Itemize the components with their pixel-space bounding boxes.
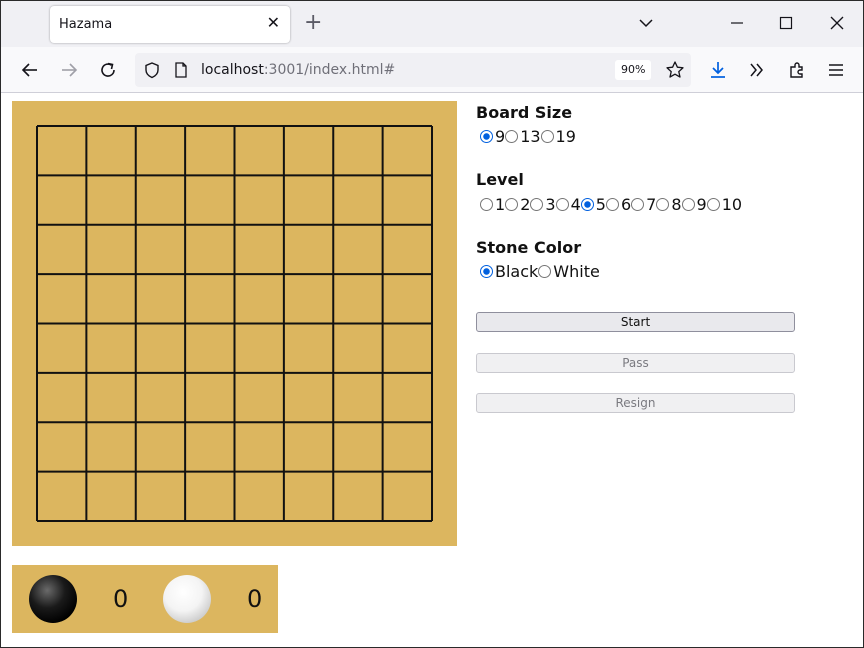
radio-label: White xyxy=(553,262,600,281)
tab-hazama[interactable]: Hazama ✕ xyxy=(50,6,290,43)
pass-button[interactable]: Pass xyxy=(476,353,795,373)
new-tab-icon[interactable]: + xyxy=(304,12,322,34)
level-option-6[interactable]: 6 xyxy=(605,195,632,215)
tab-strip: Hazama ✕ + xyxy=(1,1,863,47)
level-option-4[interactable]: 4 xyxy=(555,195,581,215)
radio-button[interactable] xyxy=(580,198,594,211)
overflow-chevrons-icon[interactable] xyxy=(746,59,768,81)
url-host: localhost xyxy=(201,62,264,78)
radio-button[interactable] xyxy=(505,198,519,211)
score-panel: 0 0 xyxy=(12,565,278,633)
level-option-1[interactable]: 1 xyxy=(480,195,505,215)
black-stone-icon xyxy=(29,575,77,623)
stone-color-option-white[interactable]: White xyxy=(538,262,600,282)
level-option-8[interactable]: 8 xyxy=(656,195,682,215)
white-stone-icon xyxy=(163,575,211,623)
maximize-icon[interactable] xyxy=(776,13,796,33)
radio-label: 4 xyxy=(570,195,581,214)
level-option-3[interactable]: 3 xyxy=(530,195,556,215)
close-tab-icon[interactable]: ✕ xyxy=(267,14,280,32)
stone-color-options: Black White xyxy=(480,262,600,282)
radio-button[interactable] xyxy=(540,130,554,143)
radio-label: 9 xyxy=(696,195,707,214)
reload-icon[interactable] xyxy=(97,59,119,81)
radio-button[interactable] xyxy=(706,198,720,211)
radio-label: 7 xyxy=(646,195,657,214)
radio-label: 19 xyxy=(555,127,576,146)
tab-title: Hazama xyxy=(59,17,113,32)
radio-label: 5 xyxy=(595,195,606,214)
level-options: 1 2 3 4 5 6 7 8 9 10 xyxy=(480,195,742,215)
radio-label: 13 xyxy=(520,127,541,146)
radio-label: 1 xyxy=(495,195,506,214)
board-size-option-19[interactable]: 19 xyxy=(540,127,576,147)
black-captures: 0 xyxy=(113,585,129,613)
radio-label: 8 xyxy=(671,195,682,214)
radio-button[interactable] xyxy=(681,198,695,211)
address-bar[interactable]: localhost:3001/index.html# 90% xyxy=(135,53,691,87)
level-option-9[interactable]: 9 xyxy=(681,195,707,215)
radio-button[interactable] xyxy=(480,198,493,211)
star-icon[interactable] xyxy=(665,60,685,80)
page-content: 0 0 Board Size 9 13 19 Level 1 2 3 4 5 6 7 8 9 10 S… xyxy=(1,93,863,647)
radio-label: 10 xyxy=(721,195,743,214)
minimize-icon[interactable] xyxy=(727,13,747,33)
white-captures: 0 xyxy=(247,585,263,613)
hamburger-menu-icon[interactable] xyxy=(825,59,847,81)
resign-button[interactable]: Resign xyxy=(476,393,795,413)
forward-arrow-icon[interactable] xyxy=(58,59,80,81)
radio-label: 9 xyxy=(495,127,506,146)
shield-icon[interactable] xyxy=(143,61,161,79)
radio-label: 6 xyxy=(620,195,632,214)
back-arrow-icon[interactable] xyxy=(19,59,41,81)
level-option-2[interactable]: 2 xyxy=(505,195,530,215)
level-option-10[interactable]: 10 xyxy=(706,195,743,215)
radio-label: Black xyxy=(495,262,539,281)
browser-window: Hazama ✕ + localhost:3001/index.html# 90… xyxy=(0,0,864,648)
radio-button[interactable] xyxy=(480,130,493,143)
download-icon[interactable] xyxy=(707,59,729,81)
radio-label: 2 xyxy=(520,195,531,214)
board-size-option-13[interactable]: 13 xyxy=(505,127,541,147)
zoom-level-badge[interactable]: 90% xyxy=(615,60,652,80)
level-title: Level xyxy=(476,170,524,189)
start-button[interactable]: Start xyxy=(476,312,795,332)
radio-button[interactable] xyxy=(605,198,619,211)
stone-color-title: Stone Color xyxy=(476,238,582,257)
radio-button[interactable] xyxy=(555,198,569,211)
board-size-options: 9 13 19 xyxy=(480,127,576,147)
radio-label: 3 xyxy=(545,195,556,214)
go-board[interactable] xyxy=(12,101,457,546)
radio-button[interactable] xyxy=(656,198,670,211)
page-icon[interactable] xyxy=(173,61,189,79)
level-option-7[interactable]: 7 xyxy=(631,195,656,215)
radio-button[interactable] xyxy=(480,265,493,278)
extensions-puzzle-icon[interactable] xyxy=(786,59,808,81)
radio-button[interactable] xyxy=(538,265,552,278)
navigation-bar: localhost:3001/index.html# 90% xyxy=(1,47,863,93)
url-path: :3001/index.html# xyxy=(263,62,396,78)
stone-color-option-black[interactable]: Black xyxy=(480,262,538,282)
url-text[interactable]: localhost:3001/index.html# xyxy=(201,62,395,78)
radio-button[interactable] xyxy=(505,130,519,143)
board-size-option-9[interactable]: 9 xyxy=(480,127,505,147)
radio-button[interactable] xyxy=(631,198,645,211)
chevron-down-icon[interactable] xyxy=(638,15,654,31)
radio-button[interactable] xyxy=(530,198,544,211)
level-option-5[interactable]: 5 xyxy=(580,195,606,215)
close-window-icon[interactable] xyxy=(827,13,847,33)
board-grid[interactable] xyxy=(12,101,457,546)
board-size-title: Board Size xyxy=(476,103,573,122)
